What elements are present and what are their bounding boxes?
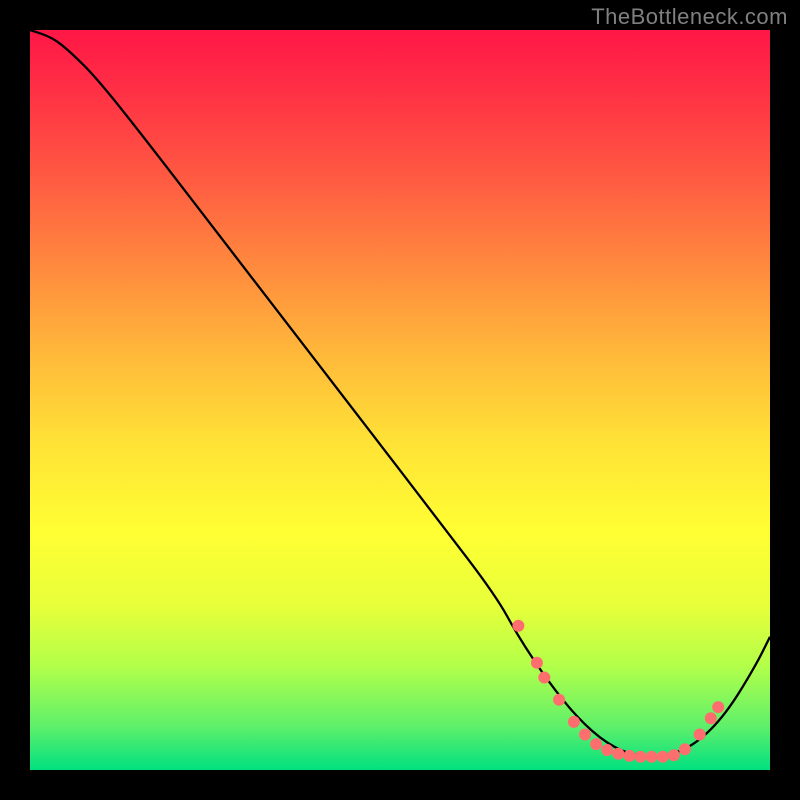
curve-marker — [591, 739, 602, 750]
chart-svg — [30, 30, 770, 770]
curve-marker — [531, 657, 542, 668]
curve-marker — [539, 672, 550, 683]
curve-marker — [568, 716, 579, 727]
curve-marker — [679, 744, 690, 755]
curve-marker — [613, 748, 624, 759]
curve-marker — [694, 729, 705, 740]
curve-marker — [554, 694, 565, 705]
curve-marker — [668, 750, 679, 761]
watermark-text: TheBottleneck.com — [591, 4, 788, 30]
curve-marker — [602, 745, 613, 756]
curve-marker — [635, 751, 646, 762]
curve-marker — [513, 620, 524, 631]
curve-marker — [705, 713, 716, 724]
bottleneck-curve — [30, 30, 770, 757]
curve-marker — [624, 750, 635, 761]
curve-marker — [580, 729, 591, 740]
chart-frame: TheBottleneck.com — [0, 0, 800, 800]
curve-markers — [513, 620, 724, 762]
curve-marker — [646, 751, 657, 762]
plot-area — [30, 30, 770, 770]
curve-marker — [657, 751, 668, 762]
curve-marker — [713, 702, 724, 713]
